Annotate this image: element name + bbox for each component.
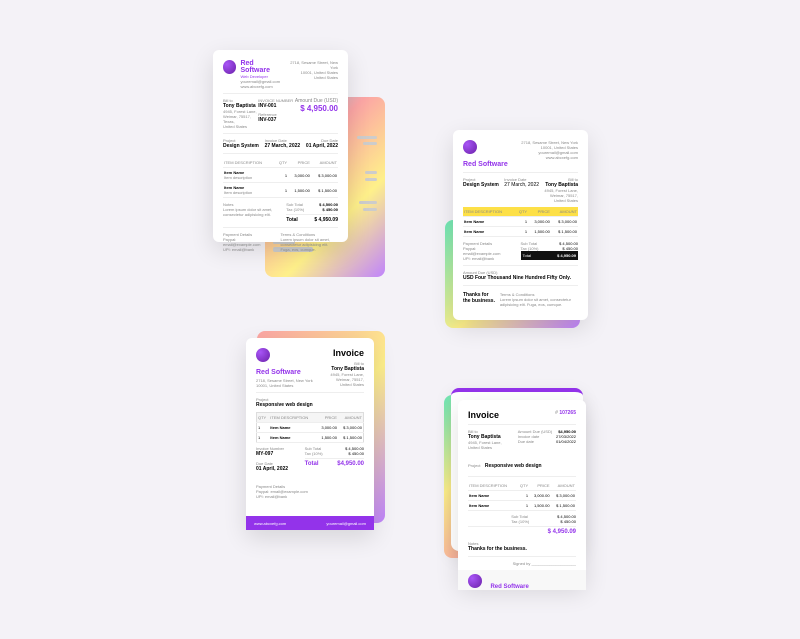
footer-brand: Red Software [458,570,586,590]
logo-icon [223,60,236,74]
logo-icon [256,348,270,362]
logo-icon [468,574,482,588]
brand: Red Software [240,60,283,74]
title: Invoice [330,348,364,358]
logo-icon [463,140,477,154]
invoice-card-1: Red Software Web Developer youremail@gma… [213,50,348,242]
items-table: ITEM DESCRIPTIONQTYPRICEAMOUNT Item Name… [223,158,338,198]
invoice-card-3: Red Software 2718, Sesame Street, New Yo… [246,338,374,530]
invoice-card-4: Invoice # 107265 Bill to Tony Baptista 4… [458,400,586,584]
words: USD Four Thousand Nine Hundred Fifty Onl… [463,275,578,281]
footer-bar: www.abcxefg.com youremail@gmail.com [246,516,374,530]
amount: $ 4,950.00 [295,104,338,113]
invoice-card-2: Red Software 2718, Sesame Street, New Yo… [453,130,588,320]
